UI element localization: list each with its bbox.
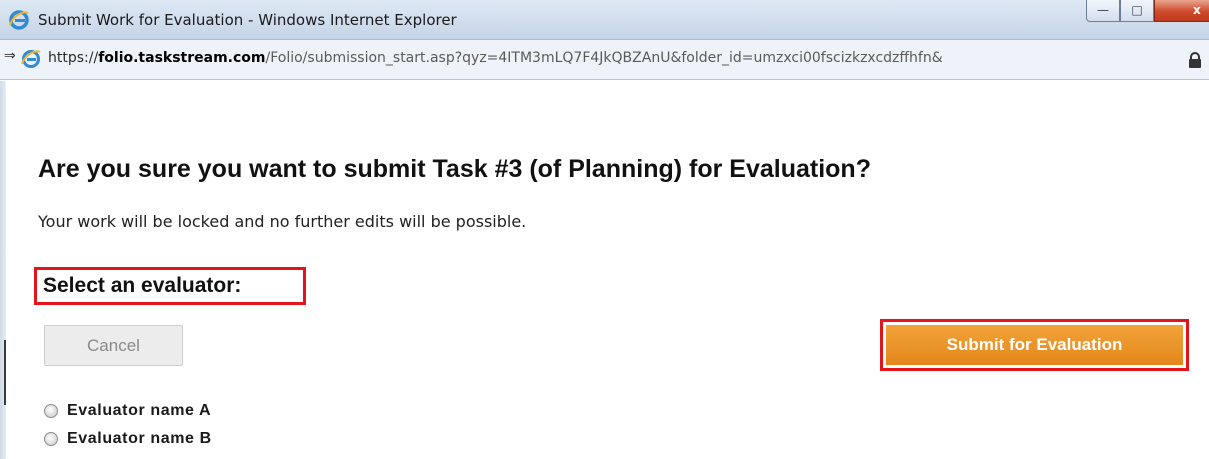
page-arrow-icon: ⇒ [4, 48, 16, 64]
window-title-bar[interactable]: Submit Work for Evaluation - Windows Int… [0, 0, 1209, 40]
lock-warning-text: Your work will be locked and no further … [38, 212, 527, 231]
cancel-button[interactable]: Cancel [44, 325, 183, 366]
select-evaluator-label: Select an evaluator: [34, 267, 306, 305]
window-title: Submit Work for Evaluation - Windows Int… [38, 11, 457, 29]
url-path: /Folio/submission_start.asp?qyz=4ITM3mLQ… [265, 50, 943, 66]
evaluator-option-b[interactable]: Evaluator name B [44, 429, 212, 449]
url-scheme: https:// [48, 50, 99, 66]
ie-logo-icon [9, 10, 29, 30]
page-content: Are you sure you want to submit Task #3 … [6, 81, 1209, 459]
minimize-icon: — [1097, 3, 1109, 17]
url-domain: folio.taskstream.com [98, 50, 266, 66]
lock-icon[interactable] [1188, 52, 1202, 68]
maximize-icon: □ [1131, 3, 1143, 17]
minimize-button[interactable]: — [1086, 0, 1120, 22]
address-bar[interactable]: ⇒ https://folio.taskstream.com/Folio/sub… [0, 40, 1209, 80]
close-icon: x [1193, 3, 1201, 17]
submit-for-evaluation-button[interactable]: Submit for Evaluation [886, 325, 1183, 365]
evaluator-label: Evaluator name B [67, 430, 212, 447]
radio-button[interactable] [44, 432, 58, 446]
radio-button[interactable] [44, 404, 58, 418]
ie-page-icon [21, 50, 41, 68]
maximize-button[interactable]: □ [1120, 0, 1154, 22]
close-button[interactable]: x [1154, 0, 1209, 22]
evaluator-label: Evaluator name A [67, 402, 212, 419]
page-title: Are you sure you want to submit Task #3 … [38, 155, 871, 183]
url-text[interactable]: https://folio.taskstream.com/Folio/submi… [48, 50, 1183, 66]
submit-highlight-box: Submit for Evaluation [880, 319, 1189, 371]
evaluator-option-a[interactable]: Evaluator name A [44, 401, 211, 421]
